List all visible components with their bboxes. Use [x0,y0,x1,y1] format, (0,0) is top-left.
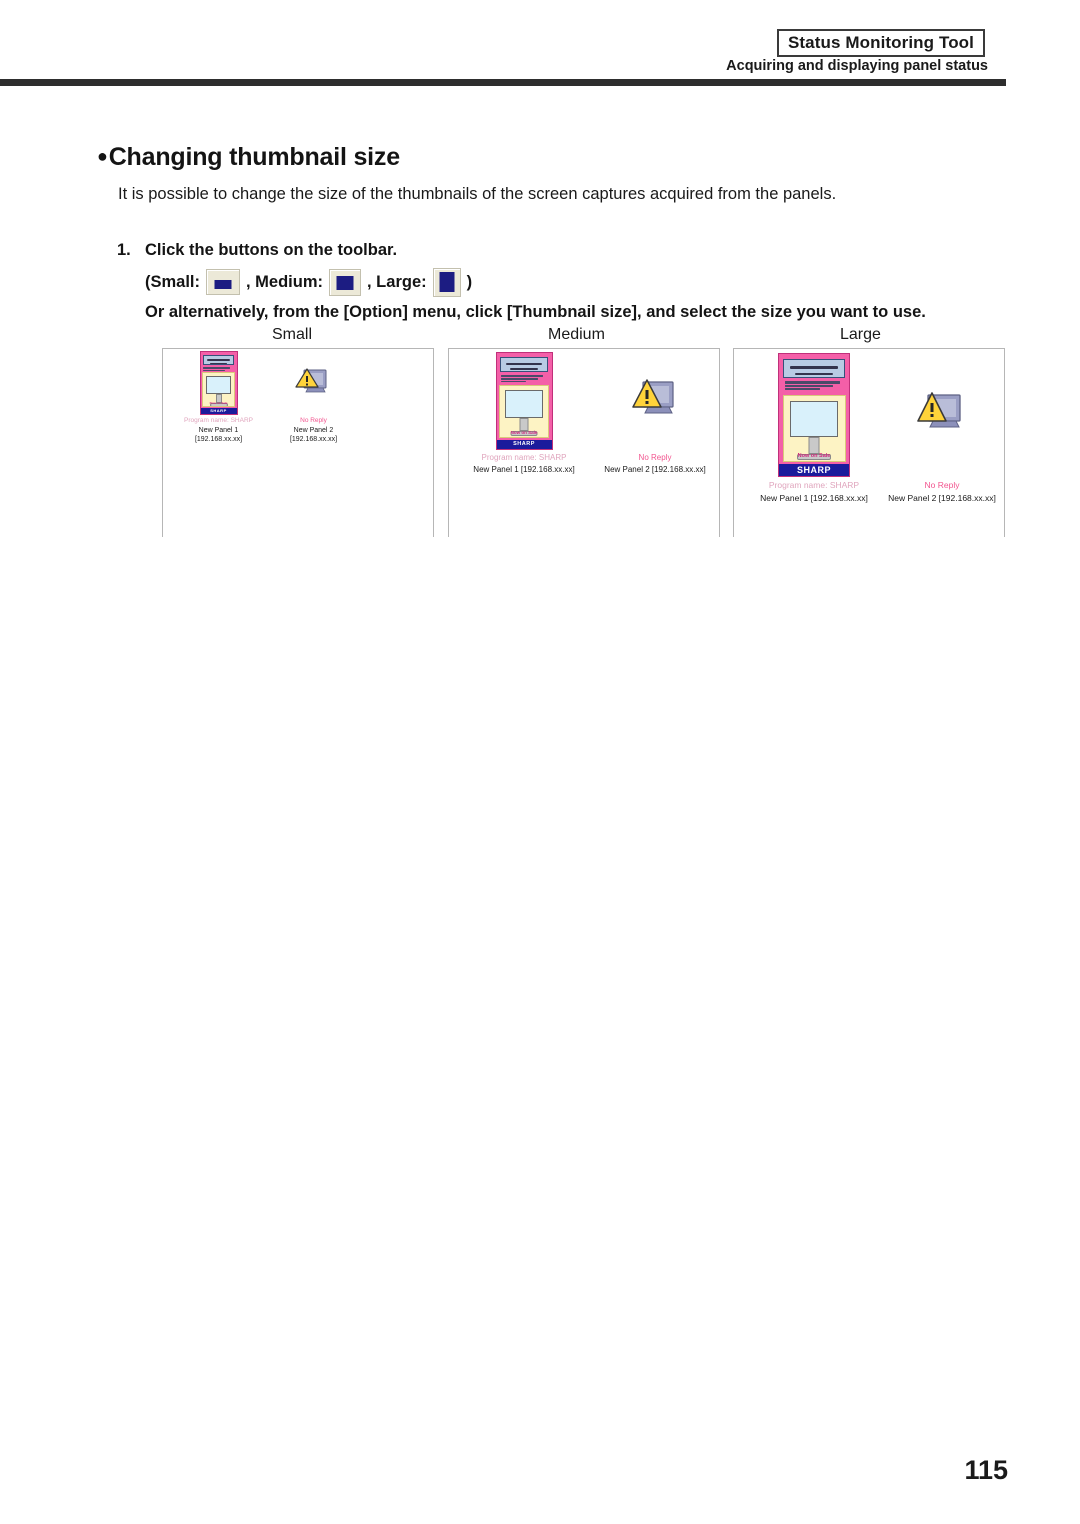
capture-monitor-neck [808,437,820,454]
capture-brand-bar: SHARP [779,464,849,476]
thumbnail-item[interactable]: No Reply New Panel 2 [192.168.xx.xx] [266,351,361,444]
thumbnail-size-examples: Small Now on Sale SHARP Program name: SH… [0,326,1080,541]
thumbnail-panel-large[interactable]: Now on Sale SHARP Program name: SHARP Ne… [733,348,1005,537]
step-alternative-instruction: Or alternatively, from the [Option] menu… [145,303,926,321]
panel-address-label: [192.168.xx.xx] [289,436,338,443]
no-reply-warning-icon [294,351,333,415]
panel-name-label: New Panel 1 [192.168.xx.xx] [473,465,575,474]
panel-name-label: New Panel 1 [198,427,239,434]
panel-status-text: Program name: SHARP [184,417,253,424]
capture-monitor-screen [505,390,543,418]
example-column-medium: Medium Now on Sale SHARP Program name: S… [448,326,720,537]
header-subtitle: Acquiring and displaying panel status [726,58,988,74]
intro-paragraph: It is possible to change the size of the… [118,185,837,203]
capture-header-box [783,359,845,378]
thumbnail-size-medium-button[interactable] [329,268,362,296]
large-label: , Large: [367,272,427,291]
no-reply-warning-icon [627,352,684,450]
capture-mid-text: Now on Sale [510,430,538,435]
panel-name-label: New Panel 1 [192.168.xx.xx] [760,493,868,503]
example-caption-large: Large [840,326,881,343]
step-instruction: Click the buttons on the toolbar. [145,241,398,259]
no-reply-warning-icon [906,353,978,477]
capture-header-box [202,355,235,365]
tool-title-box: Status Monitoring Tool [776,29,985,57]
thumbnail-size-small-button[interactable] [206,269,241,295]
paren-close: ) [466,272,473,291]
panel-screen-capture[interactable]: Now on Sale SHARP [199,351,238,415]
thumbnail-item[interactable]: Now on Sale SHARP Program name: SHARP Ne… [744,353,884,504]
section-heading-text: Changing thumbnail size [108,143,400,171]
panel-name-label: New Panel 2 [293,427,334,434]
step-line-2: (Small: , Medium: , Large: ) [145,264,1017,300]
step-line-1: 1. Click the buttons on the toolbar. [117,240,1017,264]
thumbnail-item[interactable]: No Reply New Panel 2 [192.168.xx.xx] [882,353,1002,504]
panel-address-label: [192.168.xx.xx] [194,436,243,443]
thumbnail-item[interactable]: Now on Sale SHARP Program name: SHARP Ne… [171,351,266,444]
capture-monitor-screen [789,401,839,437]
panel-status-text: No Reply [638,453,672,462]
large-square-icon [439,271,455,292]
panel-status-text: No Reply [924,480,960,490]
thumbnail-item[interactable]: No Reply New Panel 2 [192.168.xx.xx] [593,352,717,475]
capture-mid-text: Now on Sale [209,401,228,405]
medium-label: , Medium: [246,272,324,291]
panel-screen-capture[interactable]: Now on Sale SHARP [495,352,553,450]
bullet-icon: ● [97,146,108,166]
panel-name-label: New Panel 2 [192.168.xx.xx] [604,465,706,474]
small-square-icon [214,280,232,289]
capture-header-box [499,357,549,372]
example-column-large: Large Now on Sale SHARP Program name: SH… [733,326,1005,537]
example-caption-medium: Medium [548,326,605,343]
thumbnail-item[interactable]: Now on Sale SHARP Program name: SHARP Ne… [455,352,593,475]
step-block: 1. Click the buttons on the toolbar. (Sm… [117,240,1017,323]
capture-text-lines [500,375,547,383]
thumbnail-size-large-button[interactable] [432,267,461,297]
capture-text-lines [784,381,844,391]
page-title: ●Changing thumbnail size [97,143,400,172]
header-rule [0,79,1006,86]
capture-brand-bar: SHARP [200,408,237,414]
page-header: Status Monitoring Tool Acquiring and dis… [0,0,1080,92]
capture-monitor-screen [206,376,231,394]
page-number: 115 [964,1455,1008,1485]
example-column-small: Small Now on Sale SHARP Program name: SH… [162,326,434,537]
panel-status-text: Program name: SHARP [768,480,860,490]
panel-status-text: Program name: SHARP [481,453,567,462]
example-caption-small: Small [272,326,313,343]
thumbnail-panel-medium[interactable]: Now on Sale SHARP Program name: SHARP Ne… [448,348,720,537]
panel-status-text: No Reply [300,417,327,424]
panel-name-label: New Panel 2 [192.168.xx.xx] [888,493,996,503]
capture-body [782,395,846,462]
panel-screen-capture[interactable]: Now on Sale SHARP [778,353,850,477]
step-number: 1. [117,241,131,259]
capture-text-lines [203,367,233,372]
capture-brand-bar: SHARP [496,440,552,449]
medium-square-icon [336,275,354,290]
capture-mid-text: Now on Sale [797,453,831,459]
small-label: (Small: [145,272,201,291]
thumbnail-panel-small[interactable]: Now on Sale SHARP Program name: SHARP Ne… [162,348,434,537]
